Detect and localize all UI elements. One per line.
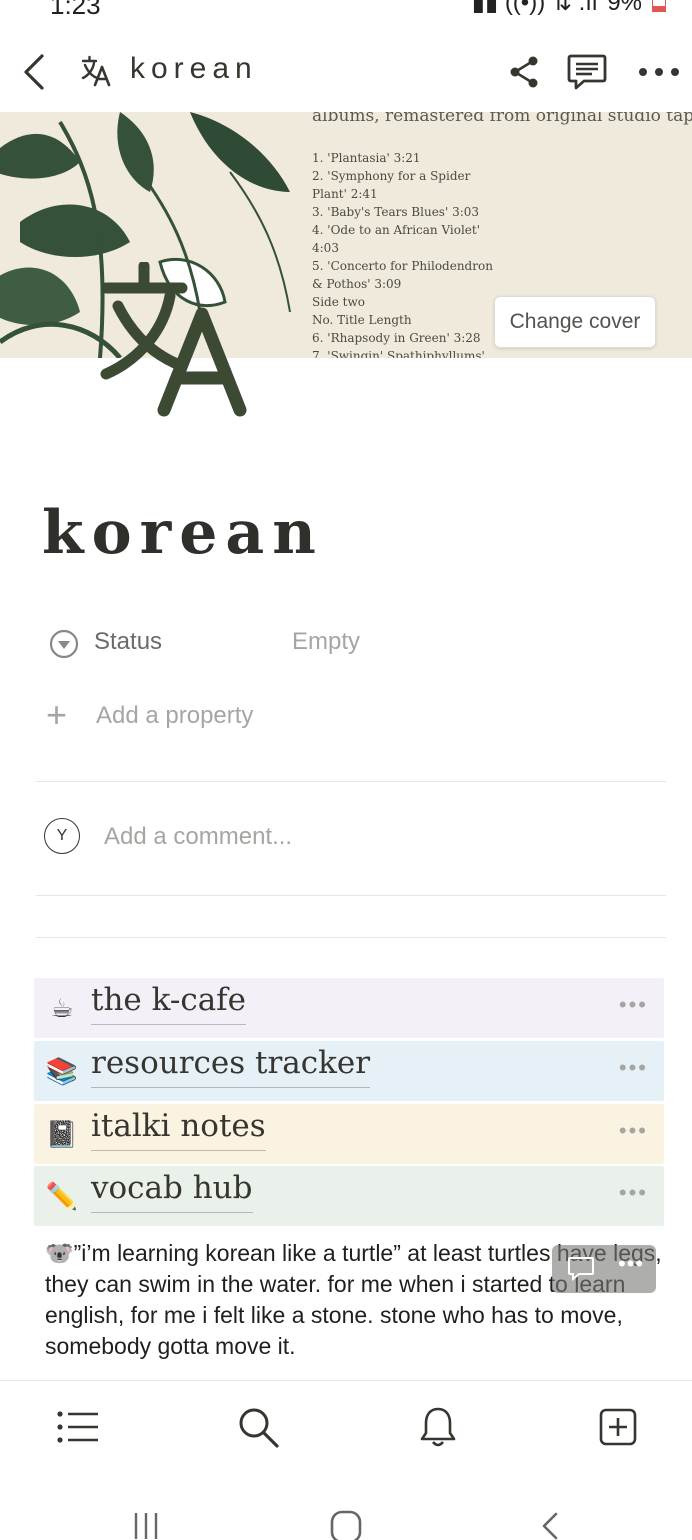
battery-level: 9% — [607, 0, 642, 16]
track-line: 6. 'Rhapsody in Green' 3:28 — [312, 331, 481, 345]
status-icons: ▮▮ ((•)) ⇅ .ıl 9% — [472, 0, 666, 17]
change-cover-button[interactable]: Change cover — [494, 296, 656, 348]
comments-button[interactable] — [564, 50, 610, 94]
books-icon: 📚 — [45, 1056, 79, 1086]
new-page-button[interactable] — [594, 1403, 642, 1451]
coffee-icon: ☕ — [50, 993, 74, 1023]
koala-icon: 🐨 — [45, 1240, 74, 1266]
sidebar-button[interactable] — [54, 1403, 102, 1451]
comment-icon — [567, 54, 607, 90]
notifications-button[interactable] — [414, 1403, 462, 1451]
battery-icon — [652, 0, 666, 12]
track-line: & Pothos' 3:09 — [312, 277, 402, 291]
back-icon — [24, 54, 44, 90]
page-link-title[interactable]: the k-cafe — [91, 982, 246, 1025]
page-link-title[interactable]: italki notes — [91, 1108, 266, 1151]
bell-icon — [420, 1407, 456, 1447]
recents-button[interactable] — [126, 1508, 166, 1540]
share-icon — [510, 56, 538, 88]
status-bar: 1:23 ▮▮ ((•)) ⇅ .ıl 9% — [0, 0, 692, 22]
divider — [36, 895, 666, 896]
recents-icon — [134, 1513, 158, 1539]
home-icon — [330, 1510, 362, 1540]
page-link-k-cafe[interactable]: ☕ the k-cafe ••• — [34, 978, 664, 1038]
track-line: 7. 'Swingin' Spathiphyllums' — [312, 349, 485, 358]
page-link-vocab-hub[interactable]: ✏️ vocab hub ••• — [34, 1166, 664, 1226]
page-title[interactable]: korean — [42, 498, 324, 568]
status-time: 1:23 — [50, 0, 101, 20]
list-icon — [57, 1411, 98, 1443]
pencil-icon: ✏️ — [45, 1181, 79, 1211]
comment-icon — [568, 1257, 594, 1282]
system-navigation — [0, 1490, 692, 1540]
status-icon — [49, 629, 79, 659]
track-line: Side two — [312, 295, 365, 309]
bottom-navigation — [0, 1380, 692, 1476]
home-button[interactable] — [326, 1508, 366, 1540]
divider — [36, 781, 666, 782]
track-line: No. Title Length — [312, 313, 412, 327]
share-button[interactable] — [504, 50, 544, 94]
cover-heading: albums, remastered from original studio … — [312, 112, 692, 126]
more-button[interactable] — [634, 50, 684, 94]
property-value[interactable]: Empty — [292, 628, 360, 656]
page-link-title[interactable]: resources tracker — [91, 1045, 371, 1088]
track-line: 2. 'Symphony for a Spider — [312, 169, 471, 183]
translate-icon — [81, 55, 111, 87]
add-page-icon — [599, 1408, 637, 1446]
divider — [36, 937, 666, 938]
more-icon[interactable]: ••• — [619, 1118, 648, 1144]
more-icon[interactable]: ••• — [618, 1251, 644, 1277]
track-line: 3. 'Baby's Tears Blues' 3:03 — [312, 205, 480, 219]
track-line: 4:03 — [312, 241, 339, 255]
system-back-button[interactable] — [530, 1508, 570, 1540]
more-icon[interactable]: ••• — [619, 1180, 648, 1206]
add-property-button[interactable]: + Add a property — [46, 694, 346, 738]
track-line: 4. 'Ode to an African Violet' — [312, 223, 481, 237]
top-bar: korean — [0, 40, 692, 104]
property-name: Status — [94, 628, 163, 655]
search-button[interactable] — [234, 1403, 282, 1451]
more-icon — [639, 68, 679, 76]
comment-input[interactable]: Add a comment... — [104, 823, 292, 851]
search-icon — [239, 1408, 279, 1448]
add-property-label: Add a property — [96, 702, 254, 729]
system-back-icon — [542, 1512, 558, 1540]
page-icon-translate-icon[interactable] — [98, 262, 254, 418]
more-icon[interactable]: ••• — [619, 992, 648, 1018]
track-line: 1. 'Plantasia' 3:21 — [312, 151, 421, 165]
avatar: Y — [44, 818, 80, 854]
page-link-italki-notes[interactable]: 📓 italki notes ••• — [34, 1104, 664, 1164]
comment-composer[interactable]: Y Add a comment... — [44, 816, 644, 858]
page-link-resources-tracker[interactable]: 📚 resources tracker ••• — [34, 1041, 664, 1101]
track-line: 5. 'Concerto for Philodendron — [312, 259, 493, 273]
page-link-title[interactable]: vocab hub — [91, 1170, 253, 1213]
block-actions-overlay[interactable]: ••• — [552, 1245, 656, 1293]
back-button[interactable] — [14, 48, 54, 96]
notebook-icon: 📓 — [45, 1119, 79, 1149]
property-status[interactable]: Status Empty — [48, 624, 648, 664]
signal-icon: ▮▮ ((•)) ⇅ .ıl — [471, 0, 598, 16]
plus-icon: + — [46, 694, 68, 735]
more-icon[interactable]: ••• — [619, 1055, 648, 1081]
topbar-title: korean — [130, 52, 258, 85]
track-line: Plant' 2:41 — [312, 187, 378, 201]
